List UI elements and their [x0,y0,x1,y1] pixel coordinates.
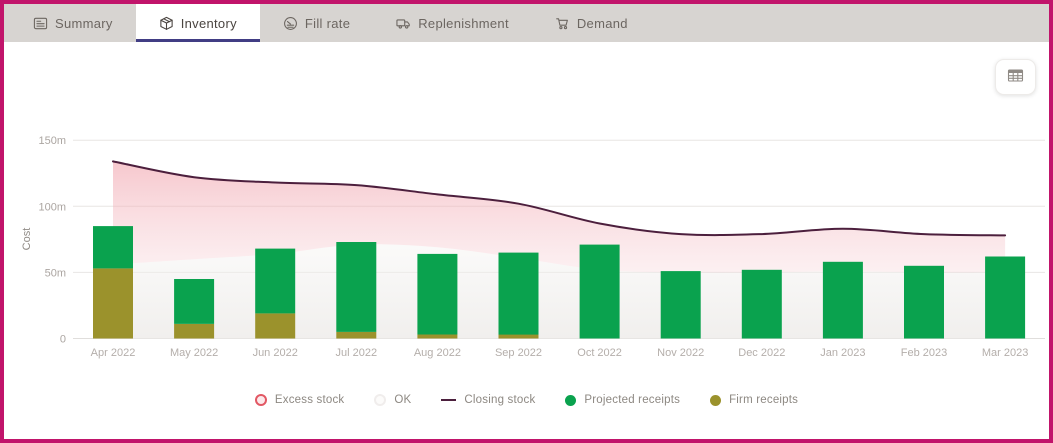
y-tick-label: 50m [45,267,66,279]
tab-label: Inventory [180,15,237,31]
bar-projected-receipts[interactable] [255,248,296,314]
bar-firm-receipts[interactable] [255,313,296,339]
bar-firm-receipts[interactable] [93,268,133,339]
bar-projected-receipts[interactable] [985,256,1026,339]
inventory-chart[interactable]: 150m 100m 50m 0 Cost Apr 2022 May 2022 Jun 2022… [4,42,1049,392]
demand-cart-icon [555,16,570,31]
legend-label: Closing stock [464,394,536,406]
tab-fill-rate[interactable]: Fill rate [260,4,373,42]
bar-projected-receipts[interactable] [498,252,539,335]
legend-marker-dot [710,394,722,406]
legend-label: OK [394,394,412,406]
bar-firm-receipts[interactable] [417,334,458,339]
legend-marker-line [441,399,457,401]
legend-item-ok[interactable]: OK [374,394,411,406]
table-grid-icon [1007,68,1024,86]
x-tick-label: Jun 2022 [253,347,298,359]
x-tick-label: Mar 2023 [982,347,1028,359]
tab-label: Fill rate [304,15,351,31]
tab-label: Demand [576,15,628,31]
x-tick-label: Dec 2022 [738,347,785,359]
x-tick-label: Jan 2023 [820,347,865,359]
inventory-box-icon [159,16,174,31]
summary-list-icon [33,16,48,31]
tab-label: Summary [55,15,113,31]
x-tick-label: Aug 2022 [414,347,461,359]
replenishment-truck-icon [396,16,411,31]
legend-label: Projected receipts [584,394,681,406]
x-tick-label: Oct 2022 [577,347,622,359]
legend-marker-ring [254,394,267,406]
bar-projected-receipts[interactable] [741,269,782,339]
legend-item-firm-receipts[interactable]: Firm receipts [710,394,798,406]
x-tick-label: Jul 2022 [336,347,378,359]
tab-label: Replenishment [418,15,509,31]
table-view-button[interactable] [995,59,1036,95]
legend-label: Firm receipts [729,394,799,406]
legend-marker-dot [565,394,577,406]
bar-projected-receipts[interactable] [660,271,701,339]
x-tick-label: Feb 2023 [901,347,947,359]
legend-marker-ring [374,394,387,406]
tab-replenishment[interactable]: Replenishment [373,4,532,42]
bar-projected-receipts[interactable] [579,244,620,339]
excess-stock-area[interactable] [113,161,1006,273]
fill-rate-gauge-icon [283,16,298,31]
bar-firm-receipts[interactable] [174,324,215,339]
y-tick-label: 100m [38,201,66,213]
bar-projected-receipts[interactable] [904,265,944,339]
tab-demand[interactable]: Demand [532,4,651,42]
legend-label: Excess stock [274,394,345,406]
x-tick-label: Apr 2022 [91,347,136,359]
bar-projected-receipts[interactable] [417,253,458,335]
bar-projected-receipts[interactable] [174,279,215,324]
bar-firm-receipts[interactable] [498,334,539,339]
inventory-panel: 150m 100m 50m 0 Cost Apr 2022 May 2022 Jun 2022… [4,42,1049,439]
legend-item-projected-receipts[interactable]: Projected receipts [565,394,680,406]
legend-item-excess-stock[interactable]: Excess stock [254,394,345,406]
bar-projected-receipts[interactable] [93,226,133,269]
y-tick-label: 150m [38,135,66,147]
tab-bar: Summary Inventory Fill rate Replenishmen… [4,4,1049,42]
y-axis-title: Cost [21,228,33,251]
x-tick-label: Nov 2022 [657,347,704,359]
bar-firm-receipts[interactable] [336,331,377,339]
tab-summary[interactable]: Summary [10,4,136,42]
tab-inventory[interactable]: Inventory [135,4,260,42]
bar-projected-receipts[interactable] [336,242,377,332]
bar-projected-receipts[interactable] [822,261,863,339]
y-tick-label: 0 [60,334,66,346]
x-tick-label: May 2022 [170,347,218,359]
legend-item-closing-stock[interactable]: Closing stock [441,394,535,406]
chart-legend: Excess stock OK Closing stock Projected rec… [4,394,1049,406]
x-tick-label: Sep 2022 [495,347,542,359]
